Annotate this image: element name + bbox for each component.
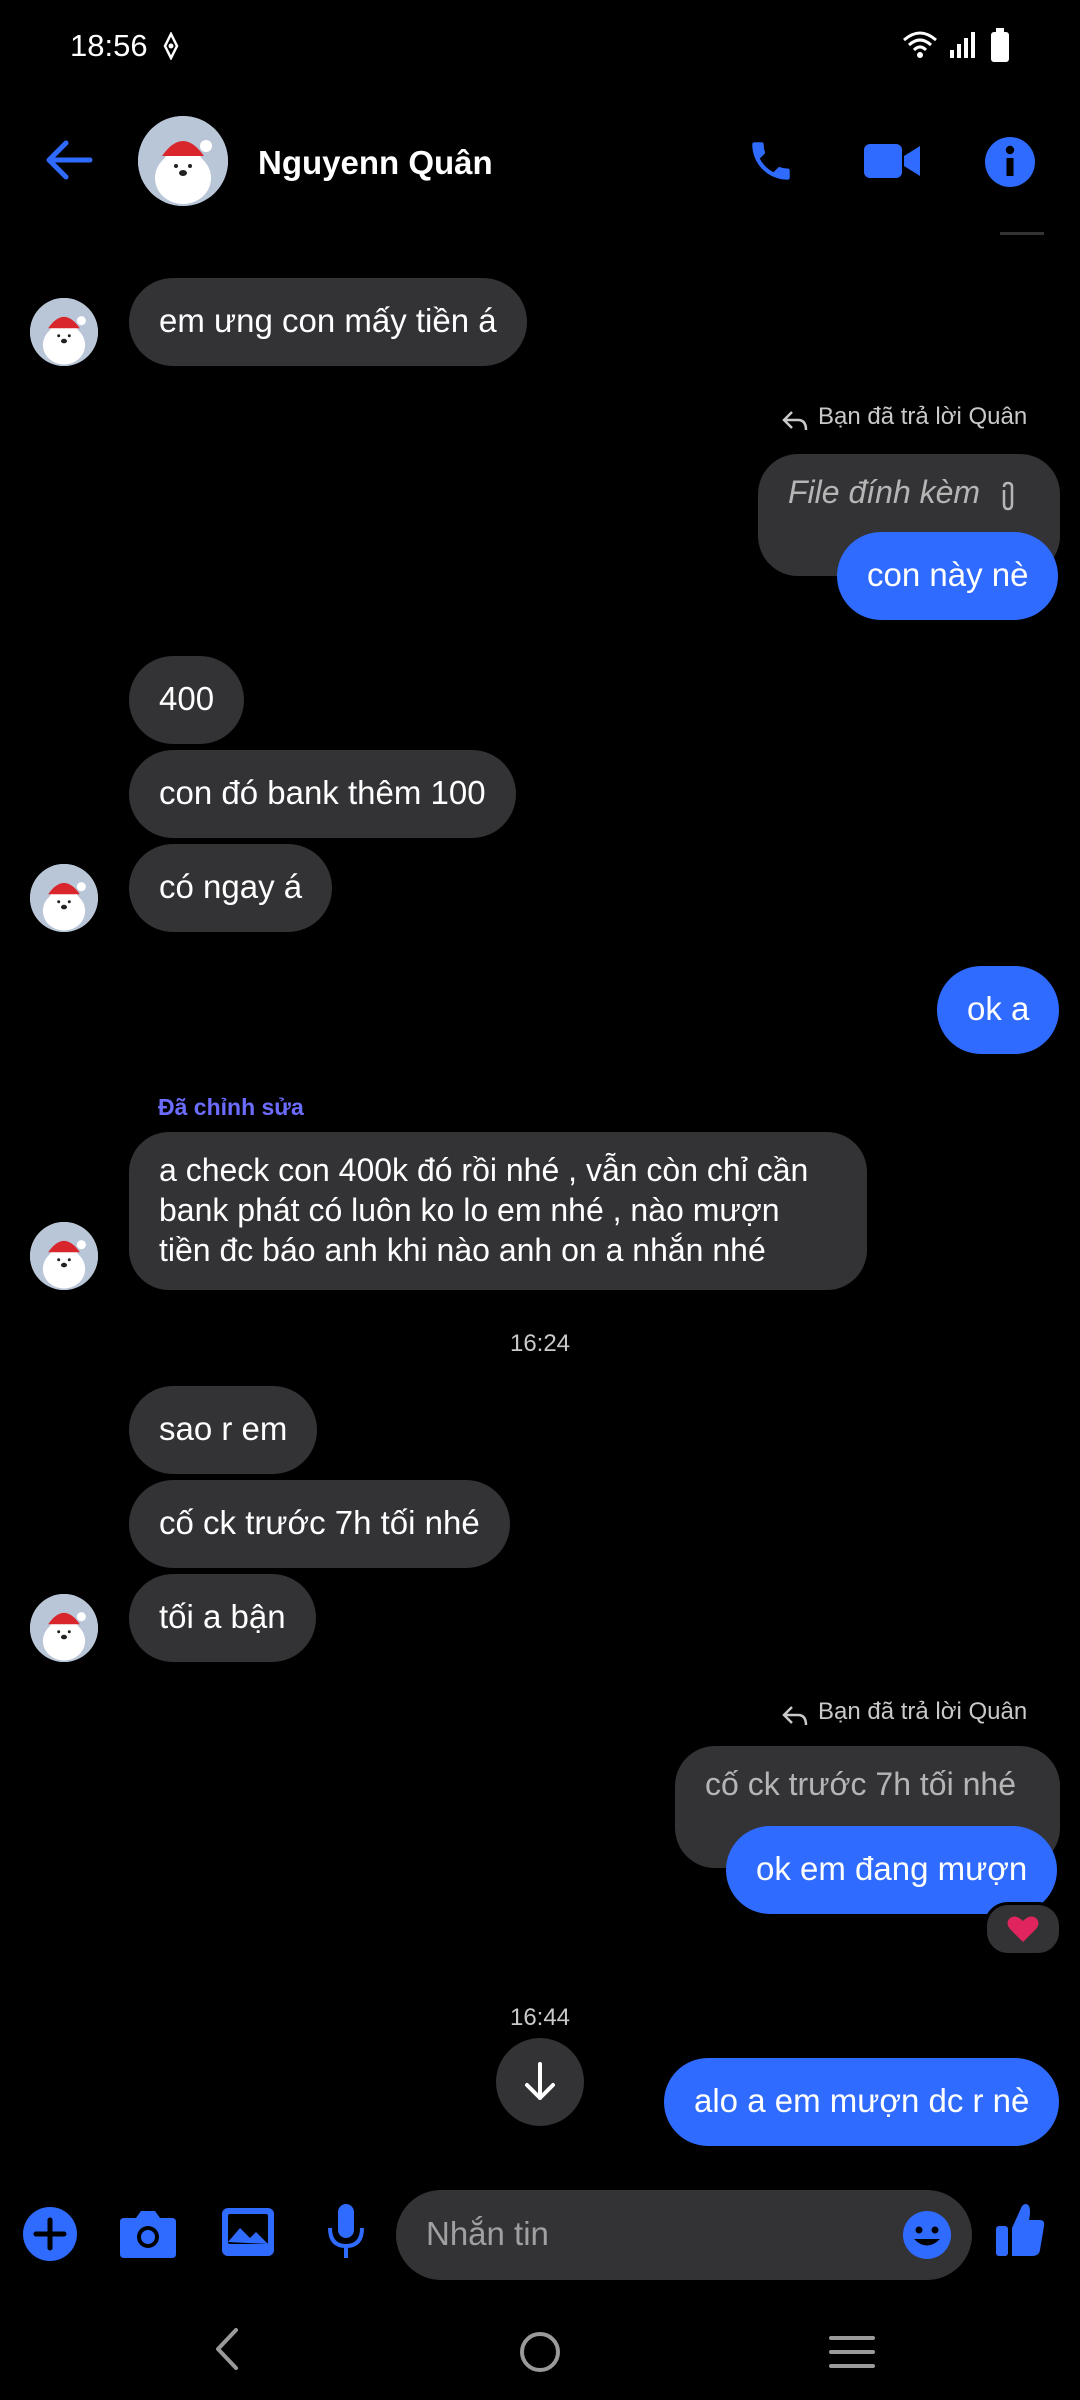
- quoted-text: cố ck trước 7h tối nhé: [705, 1766, 1016, 1802]
- sender-avatar[interactable]: [30, 1222, 98, 1290]
- sender-avatar[interactable]: [30, 864, 98, 932]
- info-icon[interactable]: [984, 136, 1036, 188]
- wifi-icon: [903, 31, 937, 58]
- battery-icon: [991, 28, 1009, 62]
- quoted-text: File đính kèm: [788, 474, 981, 510]
- polar-bear-avatar-icon: [30, 298, 98, 366]
- status-bar: 18:56: [0, 0, 1080, 100]
- message-bubble-received[interactable]: tối a bận: [129, 1574, 316, 1662]
- reply-arrow-icon: [782, 1706, 808, 1726]
- message-bubble-sent[interactable]: ok a: [937, 966, 1060, 1054]
- image-gallery-icon[interactable]: [220, 2206, 276, 2258]
- message-bubble-received[interactable]: a check con 400k đó rồi nhé , vẫn còn ch…: [129, 1132, 867, 1290]
- polar-bear-avatar-icon: [30, 1594, 98, 1662]
- back-arrow-icon[interactable]: [44, 138, 94, 182]
- contact-name[interactable]: Nguyenn Quân: [258, 144, 493, 182]
- message-input-placeholder: Nhắn tin: [426, 2215, 549, 2252]
- message-input[interactable]: Nhắn tin: [396, 2190, 972, 2280]
- arrow-down-icon: [525, 2062, 555, 2100]
- polar-bear-avatar-icon: [30, 1222, 98, 1290]
- message-bubble-received[interactable]: cố ck trước 7h tối nhé: [129, 1480, 510, 1568]
- message-bubble-received[interactable]: em ưng con mấy tiền á: [129, 278, 527, 366]
- message-bubble-sent[interactable]: con này nè: [837, 532, 1059, 620]
- status-time: 18:56: [70, 28, 148, 63]
- contact-avatar[interactable]: [138, 116, 228, 206]
- reply-arrow-icon: [782, 411, 808, 431]
- edited-label: Đã chỉnh sửa: [158, 1094, 304, 1120]
- timestamp: 16:44: [509, 2004, 571, 2031]
- nav-menu-icon[interactable]: [828, 2334, 876, 2370]
- message-bubble-received[interactable]: 400: [129, 656, 245, 744]
- scroll-indicator: [1000, 232, 1044, 235]
- message-bubble-sent[interactable]: alo a em mượn dc r nè: [664, 2058, 1060, 2146]
- message-bubble-received[interactable]: con đó bank thêm 100: [129, 750, 516, 838]
- location-diamond-icon: [163, 32, 179, 60]
- message-bubble-received[interactable]: sao r em: [129, 1386, 318, 1474]
- system-navigation-bar: [0, 2300, 1080, 2400]
- sender-avatar[interactable]: [30, 1594, 98, 1662]
- scroll-to-bottom-button[interactable]: [496, 2038, 584, 2126]
- nav-back-icon[interactable]: [212, 2326, 242, 2372]
- conversation-header: Nguyenn Quân: [0, 100, 1080, 230]
- reply-note: Bạn đã trả lời Quân: [818, 403, 1028, 430]
- message-bubble-received[interactable]: có ngay á: [129, 844, 333, 932]
- reply-note: Bạn đã trả lời Quân: [818, 1698, 1028, 1725]
- reaction-badge[interactable]: [984, 1902, 1062, 1956]
- heart-reaction-icon: [1007, 1916, 1039, 1942]
- sender-avatar[interactable]: [30, 298, 98, 366]
- polar-bear-avatar-icon: [30, 864, 98, 932]
- plus-icon[interactable]: [22, 2206, 78, 2262]
- microphone-icon[interactable]: [326, 2202, 366, 2262]
- cellular-signal-icon: [950, 32, 975, 58]
- message-bubble-sent[interactable]: ok em đang mượn: [726, 1826, 1058, 1914]
- polar-bear-avatar-icon: [138, 116, 228, 206]
- paperclip-icon: [1002, 481, 1014, 511]
- timestamp: 16:24: [509, 1330, 571, 1357]
- nav-home-icon[interactable]: [518, 2330, 562, 2374]
- emoji-icon[interactable]: [902, 2210, 952, 2260]
- like-thumbs-up-icon[interactable]: [994, 2200, 1046, 2258]
- phone-call-icon[interactable]: [746, 136, 796, 186]
- camera-icon[interactable]: [118, 2206, 178, 2260]
- video-call-icon[interactable]: [862, 140, 922, 182]
